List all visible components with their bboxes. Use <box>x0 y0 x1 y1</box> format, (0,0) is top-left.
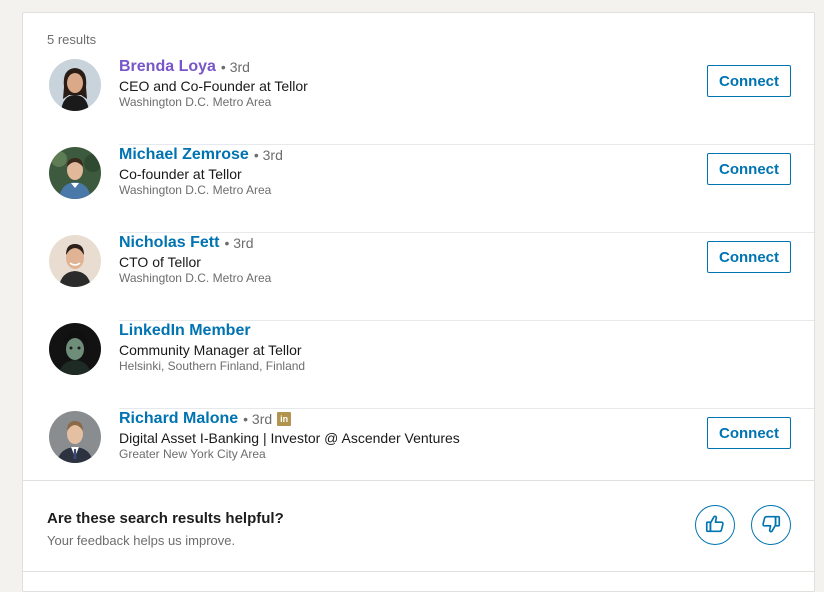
avatar[interactable] <box>49 235 101 287</box>
profile-location: Greater New York City Area <box>119 447 266 461</box>
profile-headline: CTO of Tellor <box>119 254 201 270</box>
result-info: LinkedIn Member Community Manager at Tel… <box>119 321 305 373</box>
thumbs-up-button[interactable] <box>695 505 735 545</box>
result-item: Nicholas Fett • 3rd CTO of Tellor Washin… <box>23 233 814 321</box>
profile-name-link[interactable]: Nicholas Fett <box>119 234 219 252</box>
result-info: Richard Malone • 3rd in Digital Asset I-… <box>119 409 460 461</box>
feedback-title: Are these search results helpful? <box>47 510 284 527</box>
connect-button[interactable]: Connect <box>707 241 791 273</box>
profile-name-link[interactable]: LinkedIn Member <box>119 322 251 340</box>
result-info: Michael Zemrose • 3rd Co-founder at Tell… <box>119 145 283 197</box>
profile-name-link[interactable]: Richard Malone <box>119 410 238 428</box>
avatar[interactable] <box>49 147 101 199</box>
result-info: Nicholas Fett • 3rd CTO of Tellor Washin… <box>119 233 271 285</box>
connection-degree: • 3rd <box>253 147 283 163</box>
thumbs-down-button[interactable] <box>751 505 791 545</box>
profile-name-link[interactable]: Brenda Loya <box>119 58 216 76</box>
thumbs-up-icon <box>704 513 726 538</box>
profile-location: Washington D.C. Metro Area <box>119 271 272 285</box>
profile-location: Washington D.C. Metro Area <box>119 95 272 109</box>
result-item: Brenda Loya • 3rd CEO and Co-Founder at … <box>23 57 814 145</box>
profile-headline: Community Manager at Tellor <box>119 342 302 358</box>
results-count: 5 results <box>47 32 97 47</box>
result-item: LinkedIn Member Community Manager at Tel… <box>23 321 814 409</box>
premium-badge-icon: in <box>277 412 292 426</box>
feedback-section: Are these search results helpful? Your f… <box>23 480 814 572</box>
profile-headline: Digital Asset I-Banking | Investor @ Asc… <box>119 430 460 446</box>
profile-headline: Co-founder at Tellor <box>119 166 242 182</box>
avatar[interactable] <box>49 411 101 463</box>
profile-location: Washington D.C. Metro Area <box>119 183 272 197</box>
result-item: Michael Zemrose • 3rd Co-founder at Tell… <box>23 145 814 233</box>
profile-location: Helsinki, Southern Finland, Finland <box>119 359 306 373</box>
feedback-subtitle: Your feedback helps us improve. <box>47 533 236 548</box>
results-list: Brenda Loya • 3rd CEO and Co-Founder at … <box>23 57 814 497</box>
avatar[interactable] <box>49 59 101 111</box>
thumbs-down-icon <box>760 513 782 538</box>
avatar[interactable] <box>49 323 101 375</box>
connection-degree: • 3rd <box>243 411 273 427</box>
connect-button[interactable]: Connect <box>707 417 791 449</box>
result-info: Brenda Loya • 3rd CEO and Co-Founder at … <box>119 57 308 109</box>
connect-button[interactable]: Connect <box>707 153 791 185</box>
search-results-card: 5 results Brenda Loya • 3rd CEO and Co-F… <box>22 12 815 592</box>
connection-degree: • 3rd <box>224 235 254 251</box>
connect-button[interactable]: Connect <box>707 65 791 97</box>
profile-headline: CEO and Co-Founder at Tellor <box>119 78 308 94</box>
profile-name-link[interactable]: Michael Zemrose <box>119 146 249 164</box>
connection-degree: • 3rd <box>220 59 250 75</box>
